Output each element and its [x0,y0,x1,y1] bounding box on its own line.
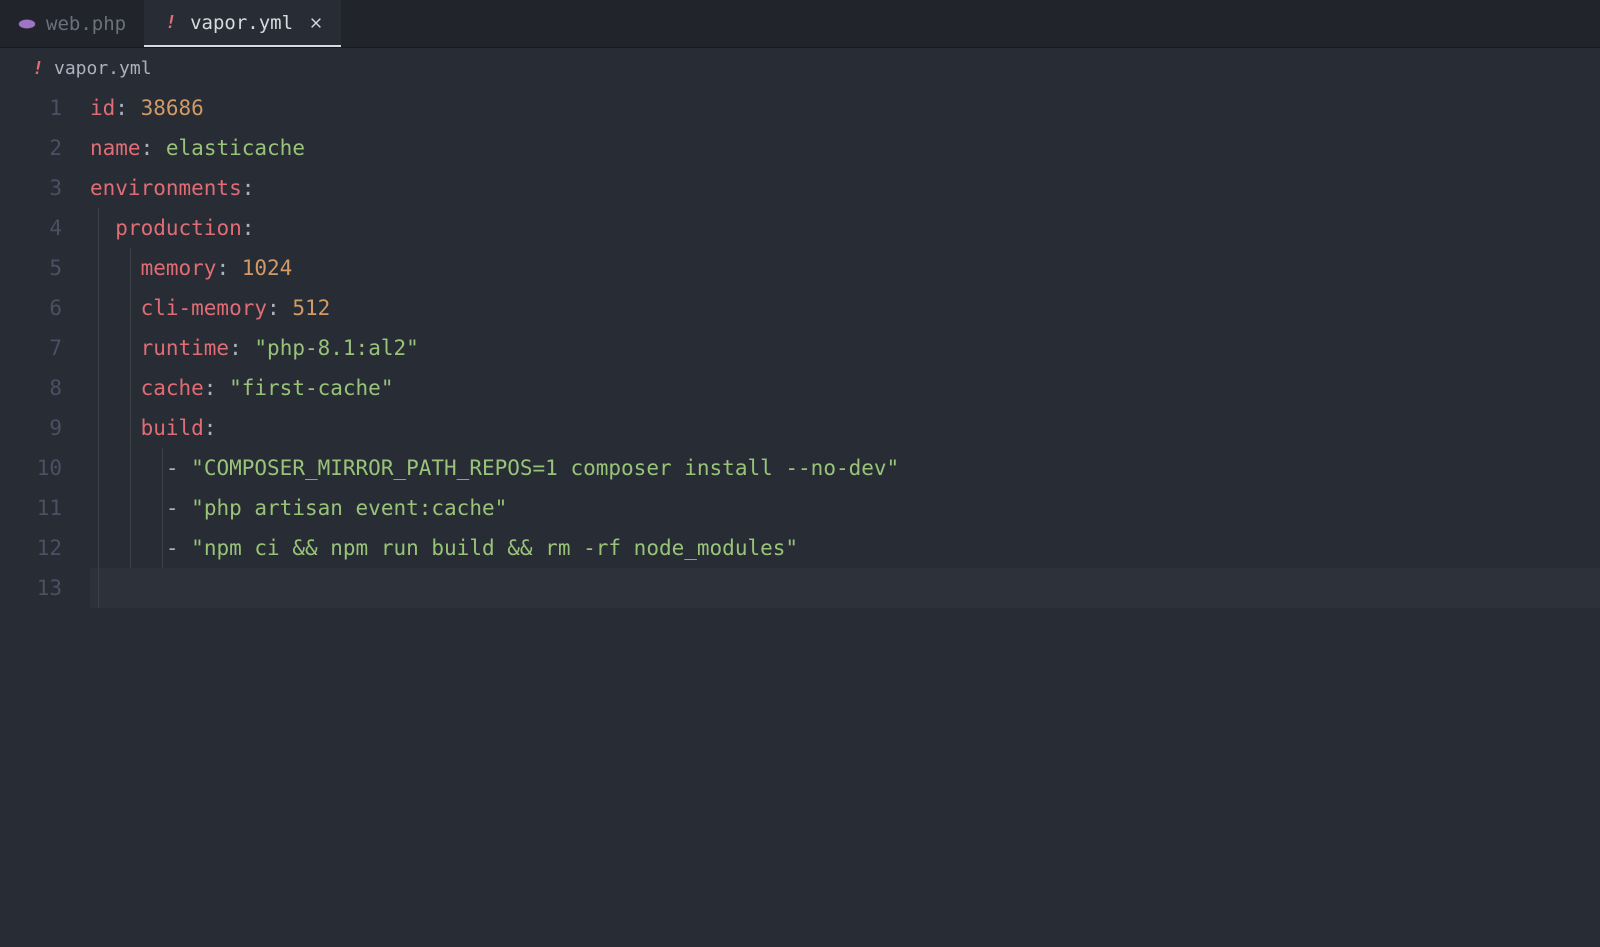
line-number: 1 [0,88,62,128]
line-number: 4 [0,208,62,248]
line-number: 13 [0,568,62,608]
yaml-number: 38686 [141,96,204,120]
tab-bar: web.php ! vapor.yml [0,0,1600,48]
yaml-number: 1024 [242,256,293,280]
yaml-number: 512 [292,296,330,320]
line-number: 5 [0,248,62,288]
line-number: 7 [0,328,62,368]
editor[interactable]: 1 2 3 4 5 6 7 8 9 10 11 12 13 id: 38686 … [0,88,1600,947]
yaml-key: cache [141,376,204,400]
code-line: memory: 1024 [90,248,1600,288]
yaml-string: "COMPOSER_MIRROR_PATH_REPOS=1 composer i… [191,456,899,480]
yaml-dash: - [166,496,179,520]
yaml-colon: : [229,336,242,360]
tab-label: vapor.yml [190,12,293,34]
yaml-key: cli-memory [141,296,267,320]
line-number: 10 [0,448,62,488]
tab-label: web.php [46,13,126,35]
yaml-icon: ! [30,60,46,76]
line-number: 12 [0,528,62,568]
breadcrumb[interactable]: ! vapor.yml [0,48,1600,88]
line-number: 6 [0,288,62,328]
breadcrumb-label: vapor.yml [54,58,152,79]
yaml-key: build [141,416,204,440]
tab-web-php[interactable]: web.php [0,0,144,47]
code-line: environments: [90,168,1600,208]
code-line: production: [90,208,1600,248]
line-number: 11 [0,488,62,528]
yaml-colon: : [204,416,217,440]
code-line: build: [90,408,1600,448]
yaml-key: production [115,216,241,240]
yaml-colon: : [242,176,255,200]
yaml-colon: : [115,96,128,120]
tab-vapor-yml[interactable]: ! vapor.yml [144,0,341,47]
line-number: 2 [0,128,62,168]
yaml-string: "first-cache" [229,376,393,400]
yaml-colon: : [141,136,154,160]
line-number: 8 [0,368,62,408]
yaml-dash: - [166,456,179,480]
code-line: runtime: "php-8.1:al2" [90,328,1600,368]
yaml-string: "php-8.1:al2" [254,336,418,360]
yaml-string: elasticache [166,136,305,160]
yaml-key: environments [90,176,242,200]
yaml-key: runtime [141,336,230,360]
yaml-icon: ! [162,14,180,32]
yaml-colon: : [204,376,217,400]
line-number: 9 [0,408,62,448]
php-icon [18,15,36,33]
line-number: 3 [0,168,62,208]
yaml-dash: - [166,536,179,560]
code-area[interactable]: id: 38686 name: elasticache environments… [90,88,1600,947]
code-line: - "npm ci && npm run build && rm -rf nod… [90,528,1600,568]
code-line: - "COMPOSER_MIRROR_PATH_REPOS=1 composer… [90,448,1600,488]
yaml-string: "php artisan event:cache" [191,496,507,520]
yaml-colon: : [216,256,229,280]
line-number-gutter: 1 2 3 4 5 6 7 8 9 10 11 12 13 [0,88,90,947]
yaml-string: "npm ci && npm run build && rm -rf node_… [191,536,798,560]
close-icon[interactable] [309,16,323,30]
yaml-key: id [90,96,115,120]
yaml-key: name [90,136,141,160]
code-line-current [90,568,1600,608]
code-line: name: elasticache [90,128,1600,168]
code-line: id: 38686 [90,88,1600,128]
code-line: - "php artisan event:cache" [90,488,1600,528]
code-line: cache: "first-cache" [90,368,1600,408]
yaml-key: memory [141,256,217,280]
code-line: cli-memory: 512 [90,288,1600,328]
yaml-colon: : [267,296,280,320]
yaml-colon: : [242,216,255,240]
